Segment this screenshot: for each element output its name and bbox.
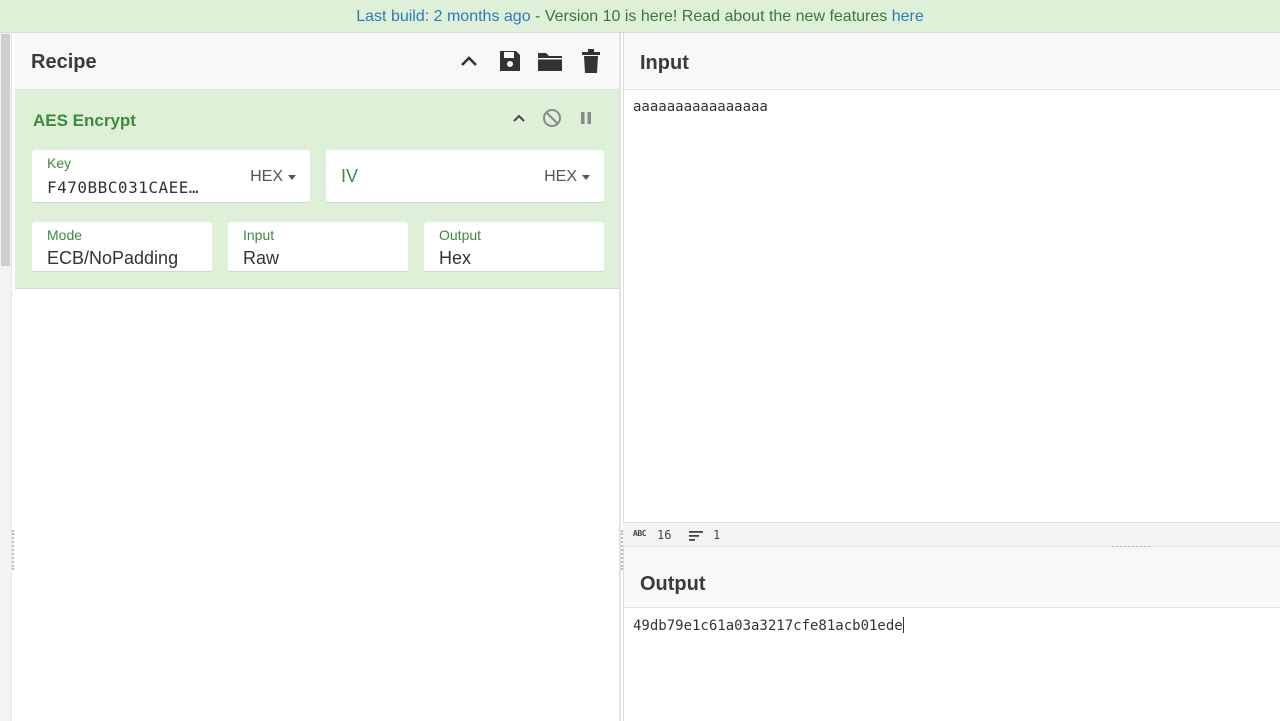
iv-field[interactable]: IV HEX [326,150,604,203]
recipe-header: Recipe [15,33,619,90]
input-format-field[interactable]: Input Raw [228,222,408,272]
mode-field[interactable]: Mode ECB/NoPadding [32,222,212,272]
output-header: Output [624,547,1280,608]
input-panel: Input aaaaaaaaaaaaaaaa [623,33,1280,522]
mode-select[interactable]: ECB/NoPadding [47,248,207,268]
save-icon[interactable] [496,47,524,75]
key-label: Key [47,155,72,171]
lines-icon [689,530,703,544]
line-count: 1 [713,528,721,542]
scrollbar[interactable] [1,34,10,266]
banner-text: - Version 10 is here! Read about the new… [530,8,892,25]
mode-label: Mode [47,227,83,243]
output-title: Output [640,573,706,595]
input-header: Input [624,33,1280,90]
key-input[interactable]: F470BBC031CAEE… [47,178,212,197]
abc-icon: ABC [633,529,646,538]
iv-input[interactable]: IV [341,166,358,187]
operation-title: AES Encrypt [33,111,136,130]
key-encoding-dropdown[interactable]: HEX [250,168,296,186]
recipe-panel: Recipe AES Encrypt Key F470BBC031CAEE… H… [15,33,621,721]
input-format-select[interactable]: Raw [243,248,279,269]
trash-icon[interactable] [577,47,605,75]
input-status-bar: ABC 16 1 [623,522,1280,547]
caret-down-icon [582,174,590,180]
iv-encoding-dropdown[interactable]: HEX [544,168,590,186]
key-field[interactable]: Key F470BBC031CAEE… HEX [32,150,310,203]
iv-encoding-label: HEX [544,168,577,185]
output-textarea[interactable]: 49db79e1c61a03a3217cfe81acb01ede [633,617,904,634]
char-count: 16 [657,528,672,542]
pause-icon[interactable] [575,107,597,129]
caret-down-icon [288,174,296,180]
recipe-title: Recipe [31,51,97,73]
chevron-up-icon[interactable] [508,107,530,129]
top-banner: Last build: 2 months ago - Version 10 is… [0,0,1280,33]
features-link[interactable]: here [892,8,924,25]
input-title: Input [640,52,689,74]
input-format-label: Input [243,227,275,243]
output-panel: Output 49db79e1c61a03a3217cfe81acb01ede [623,547,1280,721]
key-encoding-label: HEX [250,168,283,185]
last-build-link[interactable]: Last build: 2 months ago [356,8,530,25]
operation-aes-encrypt: AES Encrypt Key F470BBC031CAEE… HEX IV H… [15,90,619,289]
text-cursor [902,617,904,633]
folder-icon[interactable] [536,47,564,75]
output-format-label: Output [439,227,482,243]
input-textarea[interactable]: aaaaaaaaaaaaaaaa [633,99,768,115]
chevron-up-icon[interactable] [455,47,483,75]
disable-icon[interactable] [541,107,563,129]
output-format-field[interactable]: Output Hex [424,222,604,272]
output-format-select[interactable]: Hex [439,248,471,269]
output-value: 49db79e1c61a03a3217cfe81acb01ede [633,618,903,634]
